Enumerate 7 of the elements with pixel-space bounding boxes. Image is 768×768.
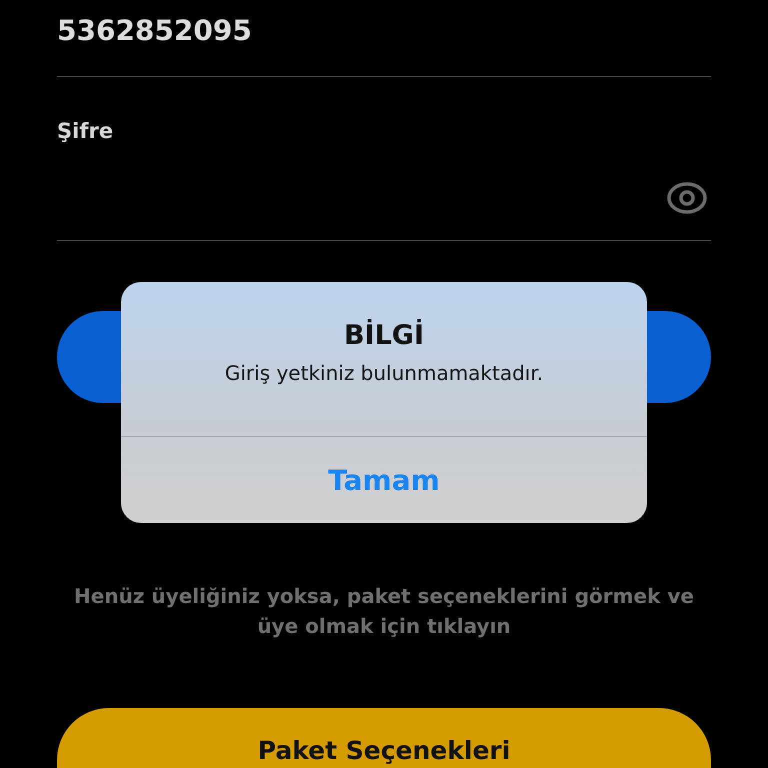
alert-title: BİLGİ	[344, 320, 424, 351]
password-label: Şifre	[57, 119, 114, 145]
packages-button[interactable]: Paket Seçenekleri	[57, 708, 711, 768]
signup-hint: Henüz üyeliğiniz yoksa, paket seçeneklerini görmek ve üye olmak için tıklayın	[73, 583, 695, 640]
alert-message: Giriş yetkiniz bulunmamaktadır.	[224, 361, 544, 385]
phone-field[interactable]: 5362852095	[57, 10, 357, 50]
eye-icon[interactable]	[666, 180, 708, 214]
